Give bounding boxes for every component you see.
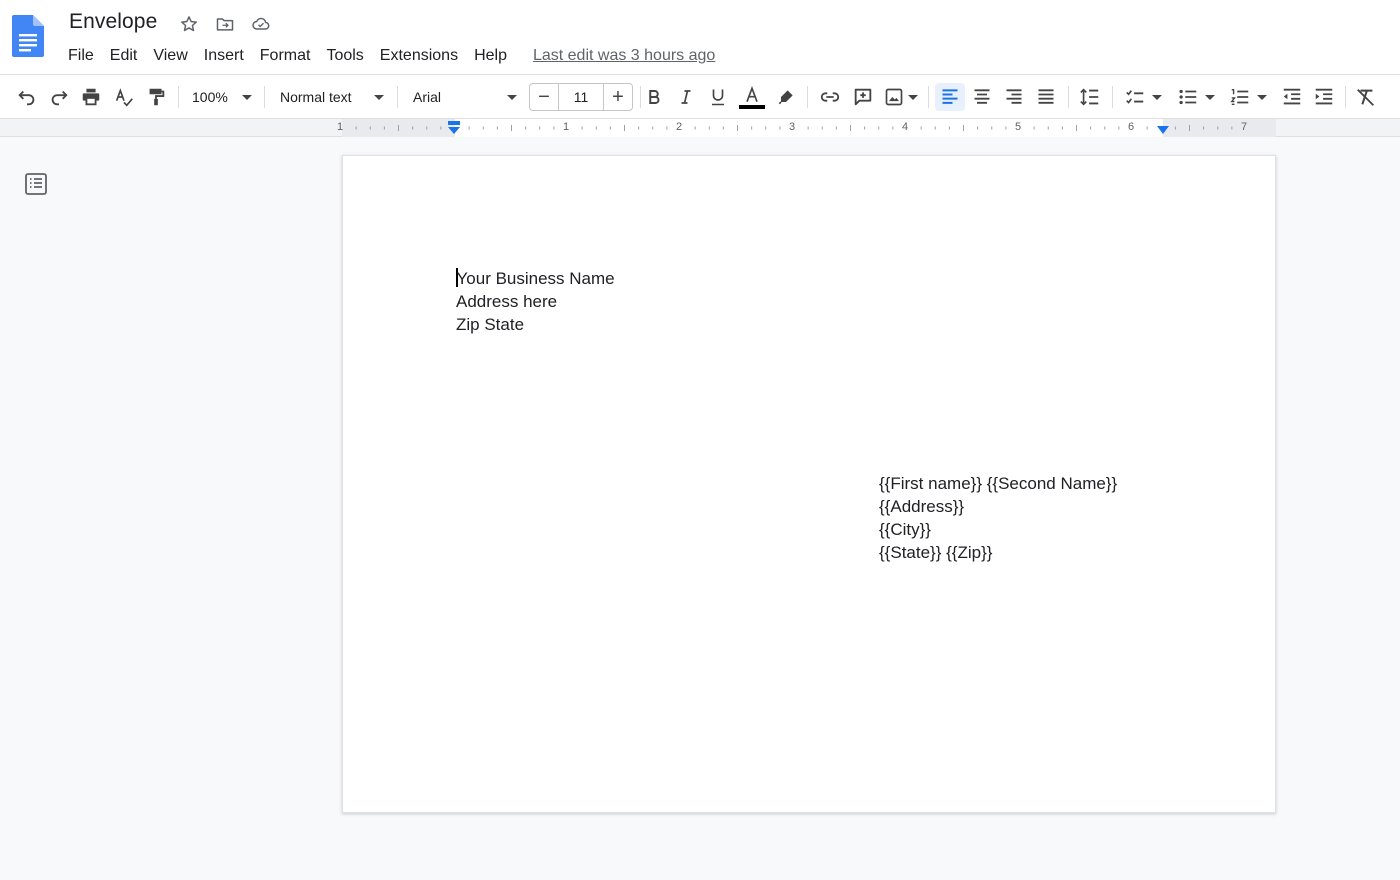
font-size-input[interactable]: 11 [558, 84, 604, 110]
recipient-line: {{Address}} [879, 497, 965, 516]
font-select[interactable]: Arial [407, 83, 523, 111]
align-left-icon[interactable] [935, 83, 965, 111]
right-indent-marker-icon[interactable] [1156, 125, 1170, 135]
menu-edit[interactable]: Edit [102, 45, 146, 67]
font-size-stepper: − 11 + [529, 83, 633, 111]
toolbar-divider [1345, 86, 1346, 108]
cloud-saved-icon[interactable] [250, 13, 272, 35]
toolbar-divider [264, 86, 265, 108]
chevron-down-icon [242, 94, 252, 100]
font-value: Arial [413, 89, 442, 105]
text-color-icon[interactable] [738, 83, 766, 111]
toolbar-divider [1068, 86, 1069, 108]
recipient-line: {{State}} {{Zip}} [879, 543, 993, 562]
toolbar-divider [928, 86, 929, 108]
toolbar-divider [640, 86, 641, 108]
return-line: Zip State [456, 315, 525, 334]
star-icon[interactable] [178, 13, 200, 35]
ruler-label: 6 [1128, 121, 1135, 133]
numbered-list-button[interactable] [1225, 83, 1271, 111]
menu-format[interactable]: Format [252, 45, 319, 67]
increase-indent-icon[interactable] [1310, 83, 1338, 111]
redo-icon[interactable] [46, 83, 72, 111]
checklist-icon [1126, 90, 1144, 104]
image-icon [885, 88, 903, 106]
ruler-label: 4 [902, 121, 909, 133]
toolbar: 100% Normal text Arial − 11 + [0, 74, 1400, 119]
ruler: 1 1 2 3 4 5 6 7 [0, 119, 1400, 137]
return-line: Your Business Name [456, 268, 615, 288]
highlight-color-icon[interactable] [773, 83, 799, 111]
undo-icon[interactable] [14, 83, 40, 111]
italic-icon[interactable] [674, 83, 698, 111]
checklist-button[interactable] [1120, 83, 1166, 111]
menu-help[interactable]: Help [466, 45, 515, 67]
ruler-label: 5 [1015, 121, 1022, 133]
insert-image-button[interactable] [881, 83, 921, 111]
title-bar: Envelope File Edit View Insert Format To… [0, 0, 1400, 74]
recipient-address[interactable]: {{First name}} {{Second Name}} {{Address… [879, 472, 1117, 564]
add-comment-icon[interactable] [849, 83, 877, 111]
return-line: Address here [456, 292, 558, 311]
docs-logo-icon[interactable] [12, 15, 44, 57]
style-value: Normal text [280, 89, 352, 105]
underline-icon[interactable] [706, 83, 730, 111]
toolbar-divider [397, 86, 398, 108]
bulleted-list-button[interactable] [1173, 83, 1219, 111]
ruler-label: 1 [563, 121, 570, 133]
return-address[interactable]: Your Business Name Address here Zip Stat… [456, 267, 615, 336]
recipient-line: {{First name}} {{Second Name}} [879, 474, 1118, 493]
chevron-down-icon [908, 94, 918, 100]
menu-view[interactable]: View [145, 45, 195, 67]
align-right-icon[interactable] [1000, 83, 1028, 111]
ruler-ticks [355, 125, 1233, 131]
align-center-icon[interactable] [968, 83, 996, 111]
document-title[interactable]: Envelope [69, 10, 157, 34]
increase-font-size-button[interactable]: + [604, 84, 632, 110]
spellcheck-icon[interactable] [111, 83, 137, 111]
toolbar-divider [807, 86, 808, 108]
ruler-label: 2 [676, 121, 683, 133]
clear-formatting-icon[interactable] [1352, 83, 1380, 111]
paint-format-icon[interactable] [143, 83, 169, 111]
zoom-value: 100% [192, 89, 228, 105]
bulleted-list-icon [1179, 89, 1197, 105]
toolbar-divider [1112, 86, 1113, 108]
align-justify-icon[interactable] [1032, 83, 1060, 111]
text-color-swatch [739, 104, 765, 109]
chevron-down-icon [1152, 94, 1162, 100]
ruler-label: 3 [789, 121, 796, 133]
ruler-label: 7 [1241, 121, 1248, 133]
bold-icon[interactable] [642, 83, 666, 111]
document-outline-icon[interactable] [24, 172, 48, 196]
left-indent-marker-icon[interactable] [447, 120, 461, 136]
menu-bar: File Edit View Insert Format Tools Exten… [60, 45, 715, 67]
menu-tools[interactable]: Tools [318, 45, 371, 67]
paragraph-style-select[interactable]: Normal text [274, 83, 390, 111]
decrease-indent-icon[interactable] [1278, 83, 1306, 111]
menu-insert[interactable]: Insert [196, 45, 252, 67]
menu-file[interactable]: File [60, 45, 102, 67]
zoom-select[interactable]: 100% [186, 83, 258, 111]
last-edit-link[interactable]: Last edit was 3 hours ago [533, 45, 715, 67]
decrease-font-size-button[interactable]: − [530, 84, 558, 110]
numbered-list-icon [1230, 88, 1249, 106]
line-spacing-icon[interactable] [1075, 83, 1105, 111]
recipient-line: {{City}} [879, 520, 931, 539]
print-icon[interactable] [78, 83, 104, 111]
chevron-down-icon [1257, 94, 1267, 100]
toolbar-divider [178, 86, 179, 108]
move-folder-icon[interactable] [214, 13, 236, 35]
document-page[interactable]: Your Business Name Address here Zip Stat… [342, 155, 1276, 813]
insert-link-icon[interactable] [816, 83, 844, 111]
chevron-down-icon [507, 94, 517, 100]
ruler-label: 1 [337, 121, 344, 133]
chevron-down-icon [374, 94, 384, 100]
chevron-down-icon [1205, 94, 1215, 100]
menu-extensions[interactable]: Extensions [372, 45, 466, 67]
